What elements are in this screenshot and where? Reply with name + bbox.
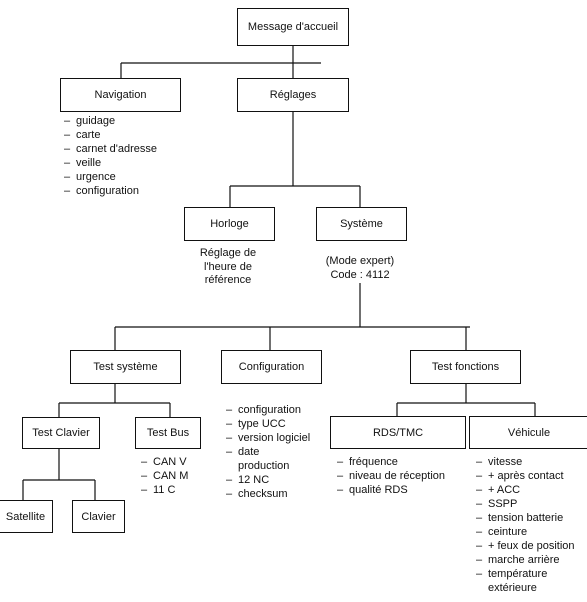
node-label: Système bbox=[340, 218, 383, 230]
note-line: l'heure de bbox=[204, 260, 252, 273]
node-horloge: Horloge bbox=[184, 207, 275, 241]
list-vehicule: vitesse + après contact + ACC SSPP tensi… bbox=[476, 455, 586, 595]
list-item: urgence bbox=[64, 170, 157, 184]
list-item: version logiciel bbox=[226, 431, 326, 445]
list-navigation: guidage carte carnet d'adresse veille ur… bbox=[64, 114, 157, 198]
list-item: configuration bbox=[226, 403, 326, 417]
list-item: marche arrière bbox=[476, 553, 586, 567]
list-item: qualité RDS bbox=[337, 483, 445, 497]
list-item: checksum bbox=[226, 487, 326, 501]
node-clavier: Clavier bbox=[72, 500, 125, 533]
node-vehicule: Véhicule bbox=[469, 416, 587, 449]
node-label: Configuration bbox=[238, 361, 305, 373]
note-line: Code : 4112 bbox=[330, 268, 390, 281]
node-message-accueil: Message d'accueil bbox=[237, 8, 349, 46]
list-item: veille bbox=[64, 156, 157, 170]
list-item: guidage bbox=[64, 114, 157, 128]
node-label: Test Bus bbox=[146, 427, 190, 439]
note-line: Réglage de bbox=[199, 247, 257, 259]
node-rds-tmc: RDS/TMC bbox=[330, 416, 466, 449]
node-configuration: Configuration bbox=[221, 350, 322, 384]
node-satellite: Satellite bbox=[0, 500, 53, 533]
list-item: configuration bbox=[64, 184, 157, 198]
node-reglages: Réglages bbox=[237, 78, 349, 112]
node-label: Navigation bbox=[94, 89, 147, 101]
node-label: Test Clavier bbox=[32, 427, 90, 439]
note-line: référence bbox=[204, 274, 252, 286]
list-item: température extérieure bbox=[476, 567, 568, 595]
list-item: carte bbox=[64, 128, 157, 142]
list-item: + feux de position bbox=[476, 539, 586, 553]
list-test-bus: CAN V CAN M 11 C bbox=[141, 455, 188, 497]
list-item: vitesse bbox=[476, 455, 586, 469]
list-configuration: configuration type UCC version logiciel … bbox=[226, 403, 326, 501]
node-test-fonctions: Test fonctions bbox=[410, 350, 521, 384]
node-test-clavier: Test Clavier bbox=[22, 417, 100, 449]
list-item: carnet d'adresse bbox=[64, 142, 157, 156]
list-item: 11 C bbox=[141, 483, 188, 497]
note-line: (Mode expert) bbox=[325, 255, 395, 267]
list-item: SSPP bbox=[476, 497, 586, 511]
list-item: + ACC bbox=[476, 483, 586, 497]
node-label: RDS/TMC bbox=[372, 426, 424, 439]
node-label: Test système bbox=[93, 361, 158, 373]
node-navigation: Navigation bbox=[60, 78, 181, 112]
list-item: CAN M bbox=[141, 469, 188, 483]
list-item: niveau de réception bbox=[337, 469, 445, 483]
node-systeme: Système bbox=[316, 207, 407, 241]
node-label: Message d'accueil bbox=[247, 21, 339, 33]
node-test-systeme: Test système bbox=[70, 350, 181, 384]
node-label: Clavier bbox=[81, 510, 116, 523]
node-label: Véhicule bbox=[507, 426, 551, 439]
node-label: Satellite bbox=[5, 510, 46, 523]
list-item: 12 NC bbox=[226, 473, 326, 487]
list-item: tension batterie bbox=[476, 511, 586, 525]
node-label: Horloge bbox=[210, 218, 249, 230]
note-systeme: (Mode expert) Code : 4112 bbox=[310, 255, 410, 282]
list-item: CAN V bbox=[141, 455, 188, 469]
node-test-bus: Test Bus bbox=[135, 417, 201, 449]
list-rds-tmc: fréquence niveau de réception qualité RD… bbox=[337, 455, 445, 497]
list-item: type UCC bbox=[226, 417, 326, 431]
list-item: + après contact bbox=[476, 469, 586, 483]
list-item: ceinture bbox=[476, 525, 586, 539]
list-item: date production bbox=[226, 445, 298, 473]
list-item: fréquence bbox=[337, 455, 445, 469]
node-label: Test fonctions bbox=[431, 361, 500, 373]
note-horloge: Réglage de l'heure de référence bbox=[183, 247, 273, 288]
node-label: Réglages bbox=[269, 89, 317, 101]
